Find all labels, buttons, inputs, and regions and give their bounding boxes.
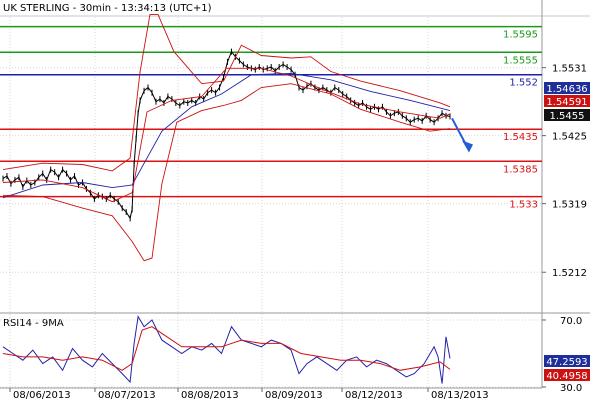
rsi-tick-label: 30.0 [560, 383, 582, 394]
rsi-gridlines [0, 319, 542, 388]
x-tick-label: 08/12/2013 [345, 390, 403, 400]
level-line-label: 1.5435 [503, 132, 538, 143]
price-badges: 1.54636 1.54591 1.5455 [544, 82, 590, 122]
price-tick-label: 1.5531 [552, 64, 587, 75]
level-line-label: 1.533 [509, 200, 538, 211]
price-badge-label: 1.54636 [546, 84, 587, 95]
rsi-ma-line [2, 326, 451, 371]
rsi-series [2, 315, 451, 384]
price-tick-label: 1.5212 [552, 268, 587, 279]
rsi-tick-label: 70.0 [560, 316, 582, 327]
price-tick-label: 1.5319 [552, 200, 587, 211]
rsi-line [2, 315, 451, 384]
price-panel: UK STERLING - 30min - 13:34:13 (UTC+1) 1… [0, 0, 590, 388]
level-line-label: 1.5595 [503, 30, 538, 41]
price-tick-label: 1.5425 [552, 132, 587, 143]
rsi-panel: RSI14 - 9MA 70.030.0 47.259340.4958 [0, 313, 590, 394]
price-badge-label: 1.5455 [550, 111, 585, 122]
x-tick-label: 08/06/2013 [13, 390, 71, 400]
price-chart-title: UK STERLING - 30min - 13:34:13 (UTC+1) [3, 3, 212, 14]
level-line-label: 1.5385 [503, 164, 538, 175]
x-tick-label: 08/09/2013 [265, 390, 323, 400]
rsi-badge-label: 47.2593 [546, 357, 587, 368]
rsi-badge-label: 40.4958 [546, 371, 587, 382]
x-tick-label: 08/07/2013 [98, 390, 156, 400]
x-tick-label: 08/08/2013 [181, 390, 239, 400]
level-line-label: 1.5555 [503, 55, 538, 66]
rsi-badges: 47.2593 40.4958 [544, 355, 590, 382]
level-line-label: 1.552 [509, 78, 538, 89]
x-axis: 08/06/2013 08/07/2013 08/08/2013 08/09/2013… [9, 388, 489, 400]
price-badge-label: 1.54591 [546, 97, 587, 108]
chart: UK STERLING - 30min - 13:34:13 (UTC+1) 1… [0, 0, 590, 400]
x-tick-label: 08/13/2013 [431, 390, 489, 400]
